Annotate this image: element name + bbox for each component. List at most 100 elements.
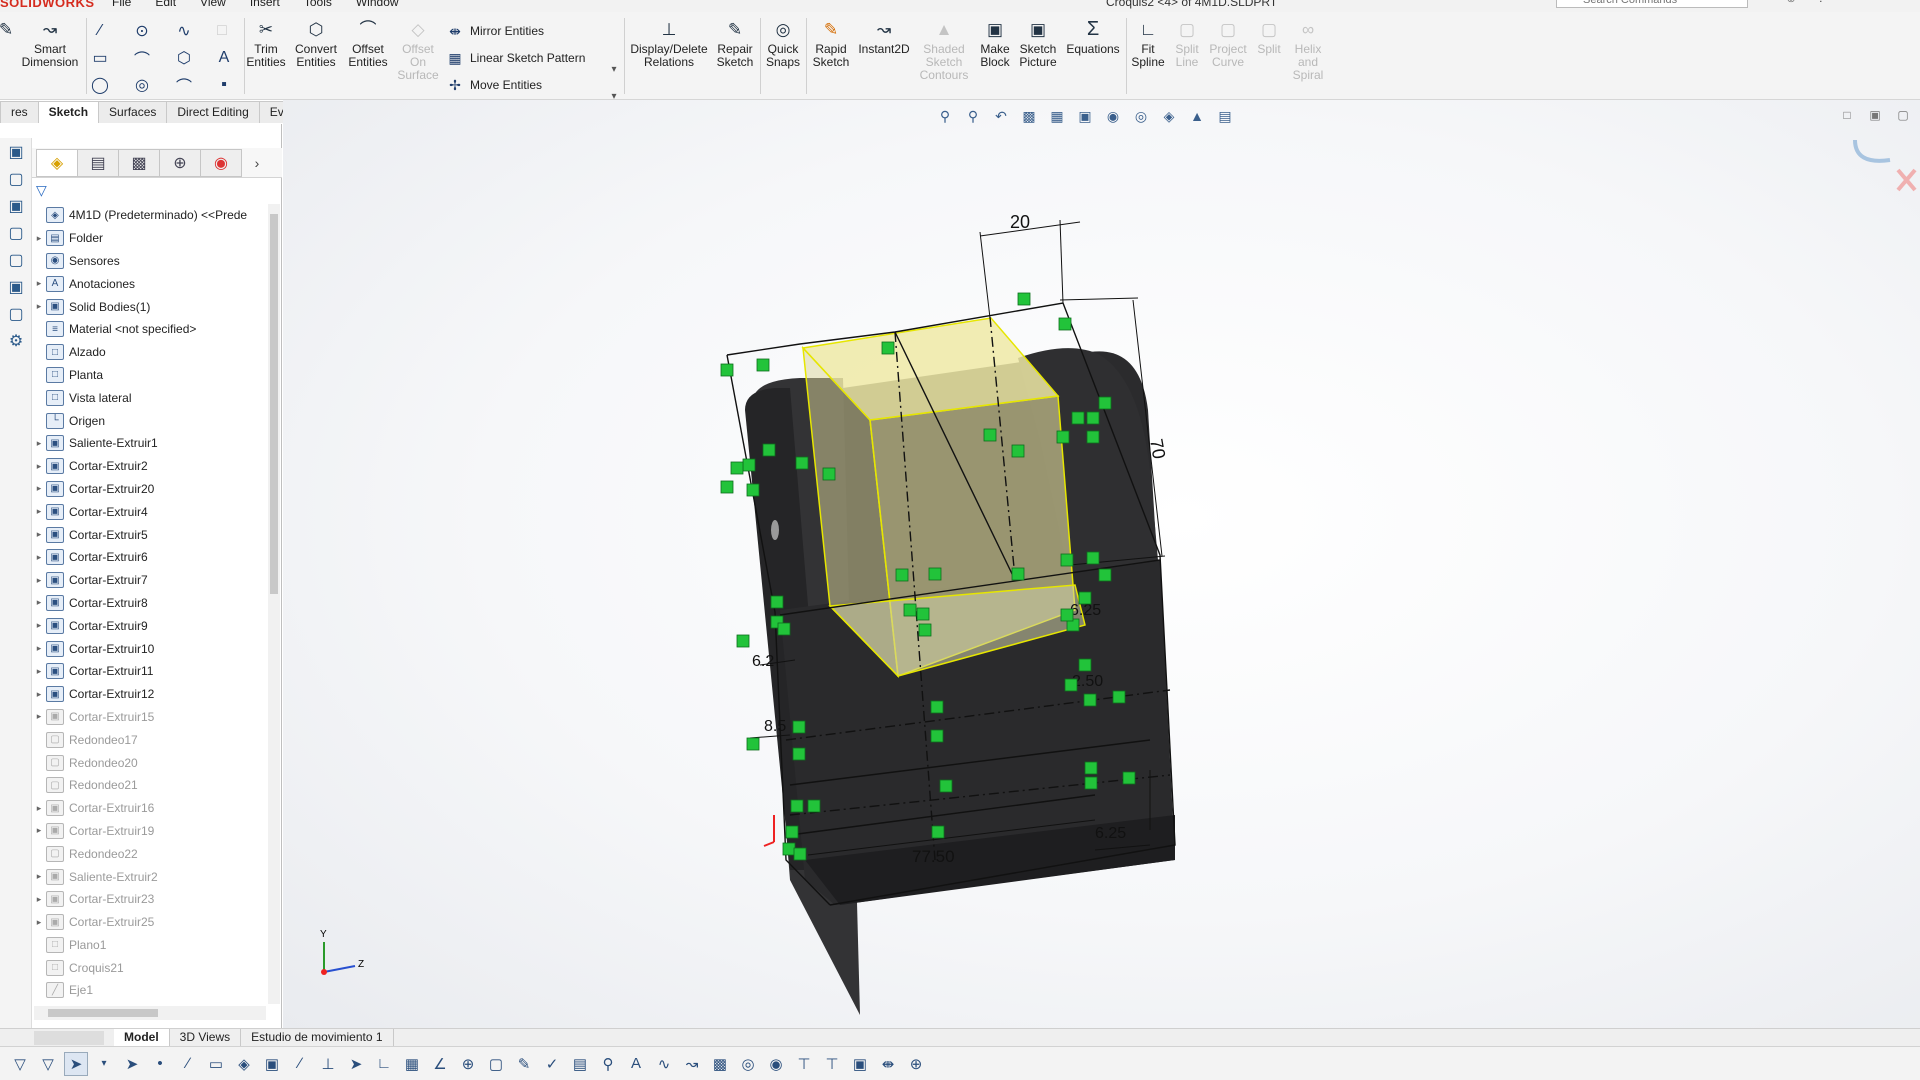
measure-tool-icon[interactable]: ↝ <box>680 1052 704 1076</box>
select-filter-icon[interactable]: ▽ <box>8 1052 32 1076</box>
tree-vertical-scrollbar[interactable] <box>268 204 280 1004</box>
relation-glyph[interactable] <box>792 747 806 761</box>
corner-tool-icon[interactable]: ∟ <box>372 1052 396 1076</box>
make-block-button[interactable]: ▣ Make Block <box>976 18 1014 69</box>
sketch-fillet-icon[interactable]: ⌒ <box>172 74 196 96</box>
linear-sketch-pattern-button[interactable]: ▦ Linear Sketch Pattern <box>446 47 585 69</box>
expand-arrow-icon[interactable]: ▸ <box>32 597 46 608</box>
mirror-entities-button[interactable]: ⇼ Mirror Entities <box>446 20 544 42</box>
tree-item[interactable]: ▸ ▣ Cortar-Extruir16 <box>32 797 268 820</box>
select-cursor-icon[interactable]: ➤ <box>64 1051 88 1076</box>
tab-scroll-nav[interactable] <box>34 1030 104 1045</box>
frame-tool-icon[interactable]: ▢ <box>484 1052 508 1076</box>
ruler-tool-icon[interactable]: ▩ <box>708 1052 732 1076</box>
tree-item[interactable]: ◈ 4M1D (Predeterminado) <<Prede <box>32 204 268 227</box>
relation-glyph[interactable] <box>930 700 944 714</box>
relation-glyph[interactable] <box>777 622 791 636</box>
expand-arrow-icon[interactable]: ▸ <box>32 301 46 312</box>
scroll-thumb[interactable] <box>270 214 278 594</box>
tree-item[interactable]: ▸ ▣ Cortar-Extruir7 <box>32 569 268 592</box>
tree-item[interactable]: ▢ Redondeo21 <box>32 774 268 797</box>
tab-motion-study[interactable]: Estudio de movimiento 1 <box>241 1029 394 1046</box>
convert-entities-button[interactable]: ⬡ Convert Entities <box>291 18 341 69</box>
tools-icon[interactable]: ⚙ <box>0 327 32 354</box>
relation-glyph[interactable] <box>742 458 756 472</box>
expand-arrow-icon[interactable]: ▸ <box>32 643 46 654</box>
model-canvas[interactable]: 20 70 6.25 2.50 6.2 8.5 77.50 6.25 Y Z <box>283 100 1920 1028</box>
relation-glyph[interactable] <box>1098 396 1112 410</box>
tree-item[interactable]: ▸ ▤ Folder <box>32 227 268 250</box>
relation-glyph[interactable] <box>770 595 784 609</box>
expand-arrow-icon[interactable]: ▸ <box>32 711 46 722</box>
relation-glyph[interactable] <box>1086 411 1100 425</box>
resources-icon[interactable]: ▣ <box>0 138 32 165</box>
relation-glyph[interactable] <box>1060 553 1074 567</box>
quick-snaps-button[interactable]: ◎ Quick Snaps <box>762 18 804 69</box>
expand-arrow-icon[interactable]: ▸ <box>32 917 46 928</box>
menu-view[interactable]: View <box>200 0 226 9</box>
dimxpert-tab[interactable]: ⊕ <box>159 148 201 177</box>
tab-3d-views[interactable]: 3D Views <box>170 1029 242 1046</box>
point-icon[interactable]: ◎ <box>130 74 154 96</box>
tree-item[interactable]: ▸ ▣ Cortar-Extruir9 <box>32 614 268 637</box>
point-small-icon[interactable]: ▪ <box>212 74 236 96</box>
rapid-sketch-button[interactable]: ✎ Rapid Sketch <box>808 18 854 69</box>
angle-tool-icon[interactable]: ∠ <box>428 1052 452 1076</box>
curve-tool-icon[interactable]: ∿ <box>652 1052 676 1076</box>
relation-glyph[interactable] <box>795 456 809 470</box>
relation-glyph[interactable] <box>1056 430 1070 444</box>
arc-icon[interactable]: ⌒ <box>130 47 154 69</box>
tangent-tool-icon[interactable]: ⊤ <box>792 1052 816 1076</box>
relation-glyph[interactable] <box>793 847 807 861</box>
file-explorer-icon[interactable]: ▣ <box>0 192 32 219</box>
expand-arrow-icon[interactable]: ▸ <box>32 689 46 700</box>
relation-glyph[interactable] <box>1084 776 1098 790</box>
pin-tool-icon[interactable]: ⊕ <box>904 1052 928 1076</box>
relation-glyph[interactable] <box>746 483 760 497</box>
tree-item[interactable]: ▸ ▣ Cortar-Extruir20 <box>32 478 268 501</box>
menu-edit[interactable]: Edit <box>155 0 176 9</box>
relation-glyph[interactable] <box>1060 608 1074 622</box>
relation-glyph[interactable] <box>1071 411 1085 425</box>
help-icon[interactable]: ? <box>1810 0 1832 10</box>
expand-arrow-icon[interactable]: ▸ <box>32 461 46 472</box>
exit-sketch-button[interactable]: ✎ <box>0 18 13 43</box>
expand-arrow-icon[interactable]: ▸ <box>32 233 46 244</box>
dimension-tool-icon[interactable]: ∕ <box>288 1052 312 1076</box>
expand-arrow-icon[interactable]: ▸ <box>32 871 46 882</box>
dimension-62[interactable]: 6.2 <box>752 653 774 670</box>
expand-arrow-icon[interactable]: ▸ <box>32 506 46 517</box>
relation-glyph[interactable] <box>1083 693 1097 707</box>
expand-arrow-icon[interactable]: ▸ <box>32 620 46 631</box>
filter-toolbar-icon[interactable]: ▽ <box>36 1052 60 1076</box>
chevron-down-icon[interactable]: ▾ <box>92 1052 116 1076</box>
design-library-icon[interactable]: ▢ <box>0 165 32 192</box>
search-commands-input[interactable] <box>1556 0 1748 8</box>
chevron-right-icon[interactable]: › <box>242 155 272 171</box>
relation-glyph[interactable] <box>746 737 760 751</box>
tab-surfaces[interactable]: Surfaces <box>98 101 168 123</box>
zoom-tool-icon[interactable]: ⚲ <box>596 1052 620 1076</box>
property-manager-tab[interactable]: ▤ <box>77 148 119 177</box>
menu-insert[interactable]: Insert <box>250 0 280 9</box>
relation-glyph[interactable] <box>1017 292 1031 306</box>
relation-glyph[interactable] <box>939 779 953 793</box>
expand-arrow-icon[interactable]: ▸ <box>32 529 46 540</box>
tree-item[interactable]: └ Origen <box>32 409 268 432</box>
dimension-height[interactable]: 70 <box>1146 437 1169 460</box>
tree-item[interactable]: ▸ ▣ Cortar-Extruir12 <box>32 683 268 706</box>
dimension-bottom-width[interactable]: 77.50 <box>912 847 955 866</box>
appearances-icon[interactable]: ▢ <box>0 246 32 273</box>
merge-tool-icon[interactable]: ⊤ <box>820 1052 844 1076</box>
forum-icon[interactable]: ▢ <box>0 300 32 327</box>
menu-tools[interactable]: Tools <box>304 0 332 9</box>
menu-window[interactable]: Window <box>356 0 399 9</box>
relation-glyph[interactable] <box>918 623 932 637</box>
tree-item[interactable]: ◉ Sensores <box>32 250 268 273</box>
custom-properties-icon[interactable]: ▣ <box>0 273 32 300</box>
equations-button[interactable]: Σ Equations <box>1062 18 1124 56</box>
tree-horizontal-scrollbar[interactable] <box>34 1006 266 1020</box>
polygon-icon[interactable]: ⬡ <box>172 47 196 69</box>
rectangle-tool-icon[interactable]: ▭ <box>204 1052 228 1076</box>
tree-item[interactable]: □ Planta <box>32 364 268 387</box>
